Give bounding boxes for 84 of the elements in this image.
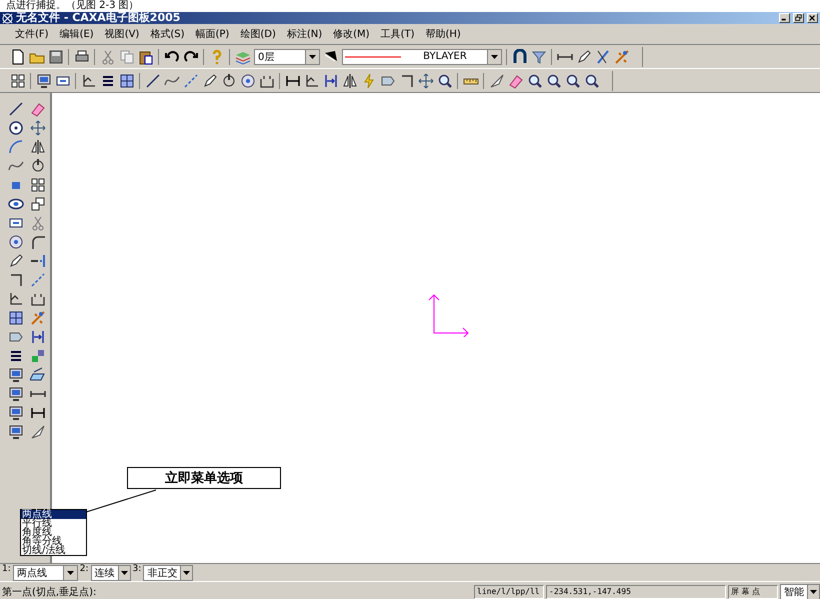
zoom-icon[interactable]: [527, 72, 543, 88]
monitor-icon[interactable]: [8, 424, 24, 440]
dimension-icon[interactable]: [30, 405, 46, 421]
move-icon[interactable]: [418, 72, 434, 88]
eraser-icon[interactable]: [30, 101, 46, 117]
monitor-icon[interactable]: [8, 405, 24, 421]
redo-icon[interactable]: [183, 48, 199, 64]
new-file-icon[interactable]: [10, 48, 26, 64]
menu-item[interactable]: 修改(M): [332, 27, 371, 41]
plane-icon[interactable]: [30, 367, 46, 383]
grid-icon[interactable]: [10, 72, 26, 88]
option-dropdown[interactable]: 两点线: [12, 564, 78, 580]
command-prompt: 第一点(切点,垂足点):: [1, 586, 98, 598]
list-option[interactable]: 角度线: [21, 528, 86, 537]
paste-icon[interactable]: [138, 48, 154, 64]
close-icon[interactable]: [807, 13, 818, 23]
menu-item[interactable]: 格式(S): [149, 27, 186, 41]
list-option[interactable]: 平行线: [21, 519, 86, 528]
menu-item[interactable]: 绘图(D): [239, 27, 277, 41]
window-title: 无名文件 - CAXA电子图板2005: [16, 12, 182, 24]
monitor-icon[interactable]: [8, 367, 24, 383]
magnet-icon[interactable]: [512, 48, 528, 64]
zoom-icon[interactable]: [437, 72, 453, 88]
line-icon[interactable]: [8, 101, 24, 117]
bracket-icon[interactable]: [30, 291, 46, 307]
fillet-icon[interactable]: [30, 234, 46, 250]
option-number: 2:: [80, 564, 89, 574]
option-number: 1:: [2, 564, 11, 574]
corner-line-icon[interactable]: [8, 272, 24, 288]
dashed-line-icon[interactable]: [183, 72, 199, 88]
menu-item[interactable]: 编辑(E): [58, 27, 95, 41]
mirror-icon[interactable]: [342, 72, 358, 88]
callout-label: 立即菜单选项: [127, 467, 281, 489]
point-mode-field: 屏 幕 点: [728, 584, 778, 598]
move-icon[interactable]: [30, 120, 46, 136]
option-number: 3:: [132, 564, 142, 574]
ellipse-icon[interactable]: [8, 196, 24, 212]
scissors-icon[interactable]: [100, 48, 116, 64]
coordinate-axes-drawing: [428, 293, 470, 337]
option-list[interactable]: 两点线 平行线 角度线 角等分线 切线/法线: [20, 509, 87, 556]
option-dropdown[interactable]: 非正交: [143, 564, 194, 580]
restore-icon[interactable]: [793, 13, 804, 23]
menu-item[interactable]: 文件(F): [14, 27, 50, 41]
linetype-dropdown[interactable]: BYLAYER: [342, 48, 502, 64]
layer-dropdown[interactable]: 0层: [254, 48, 320, 64]
list-option[interactable]: 切线/法线: [21, 546, 86, 555]
dashed-line-icon[interactable]: [30, 272, 46, 288]
pencil-icon[interactable]: [8, 253, 24, 269]
snap-dropdown[interactable]: 智能: [780, 584, 820, 599]
extend-icon[interactable]: [30, 253, 46, 269]
monitor-icon[interactable]: [8, 386, 24, 402]
arc-icon[interactable]: [8, 139, 24, 155]
axes-icon[interactable]: [8, 291, 24, 307]
pencil-icon[interactable]: [576, 48, 592, 64]
printer-icon[interactable]: [74, 48, 90, 64]
pencil-icon[interactable]: [202, 72, 218, 88]
zoom-icon[interactable]: [546, 72, 562, 88]
command-field: line/l/lpp/ll: [474, 584, 544, 598]
axes-icon[interactable]: [81, 72, 97, 88]
monitor-icon[interactable]: [36, 72, 52, 88]
line-icon[interactable]: [145, 72, 161, 88]
circle-icon[interactable]: [8, 120, 24, 136]
menu-item[interactable]: 帮助(H): [424, 27, 462, 41]
axes-icon[interactable]: [304, 72, 320, 88]
menu-item[interactable]: 工具(T): [380, 27, 416, 41]
zoom-icon[interactable]: [565, 72, 581, 88]
menu-item[interactable]: 标注(N): [286, 27, 324, 41]
menu-item[interactable]: 幅面(P): [194, 27, 230, 41]
blocks-icon[interactable]: [30, 348, 46, 364]
list-option[interactable]: 两点线: [21, 510, 86, 519]
eraser-icon[interactable]: [508, 72, 524, 88]
corner-line-icon[interactable]: [399, 72, 415, 88]
save-icon[interactable]: [48, 48, 64, 64]
grid-icon[interactable]: [30, 177, 46, 193]
minimize-icon[interactable]: [779, 13, 790, 23]
mirror-icon[interactable]: [30, 139, 46, 155]
coordinates-field: -234.531,-147.495: [546, 584, 726, 598]
menu-item[interactable]: 视图(V): [104, 27, 140, 41]
list-option[interactable]: 角等分线: [21, 537, 86, 546]
linetype-sample: [343, 54, 403, 58]
zoom-icon[interactable]: [584, 72, 600, 88]
option-dropdown[interactable]: 连续: [90, 564, 131, 580]
undo-icon[interactable]: [164, 48, 180, 64]
funnel-icon[interactable]: [531, 48, 547, 64]
